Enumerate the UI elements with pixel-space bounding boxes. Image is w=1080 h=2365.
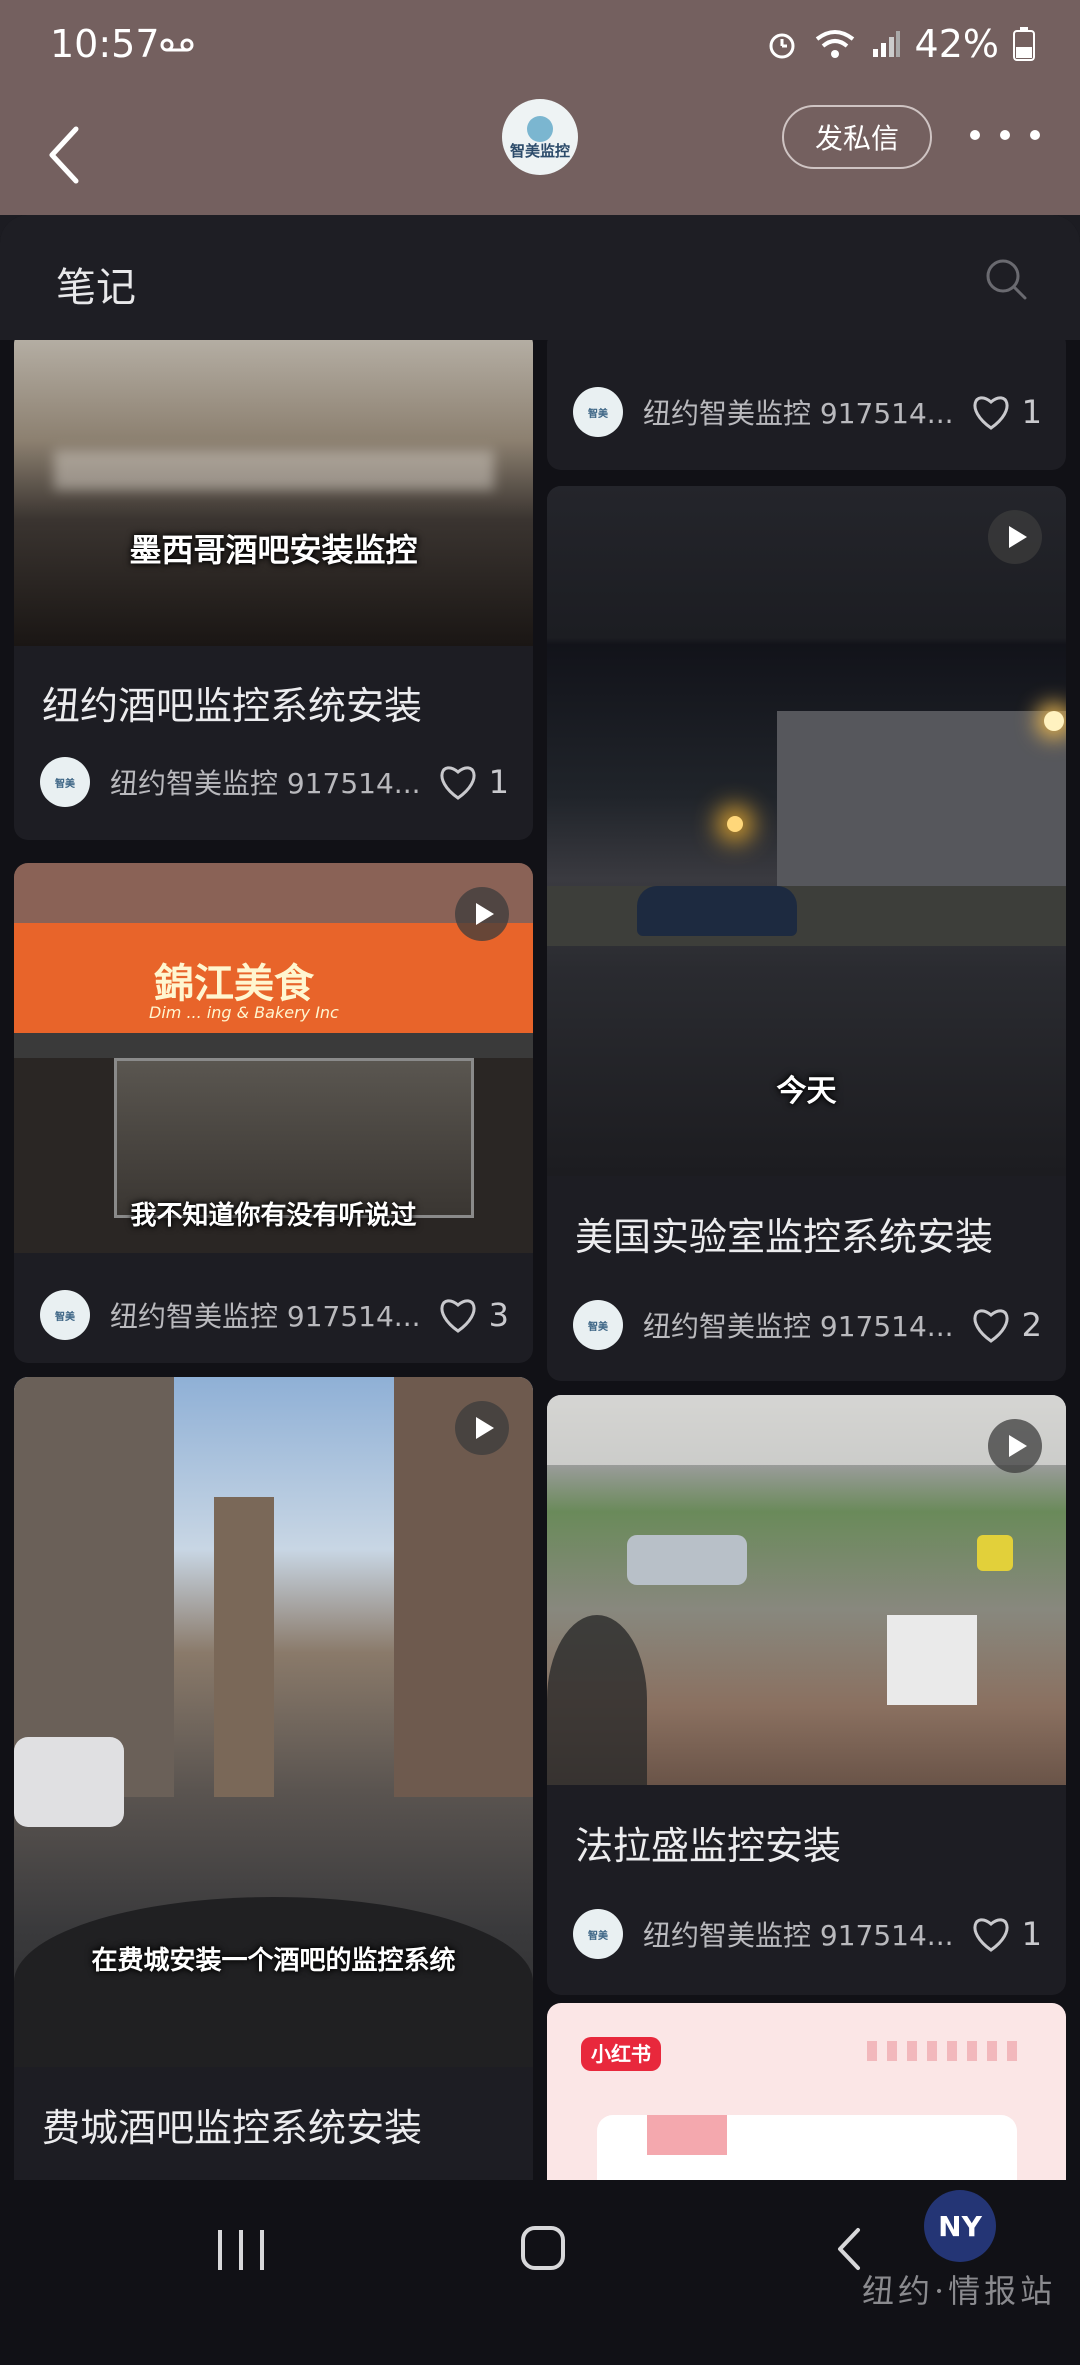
camera-icon <box>527 115 553 142</box>
note-thumbnail: 在费城安装一个酒吧的监控系统 <box>14 1377 533 2067</box>
author-name: 纽约智美监控 917514... <box>643 1919 954 1952</box>
note-title: 费城酒吧监控系统安装 <box>42 2106 423 2150</box>
video-play-icon <box>455 887 509 941</box>
watermark-logo: NY <box>924 2190 996 2262</box>
notes-title: 笔记 <box>56 265 136 311</box>
battery-icon <box>1013 27 1035 61</box>
like-button[interactable]: 1 <box>437 763 509 801</box>
send-message-button[interactable]: 发私信 <box>782 105 932 169</box>
status-time: 10:57 <box>50 22 160 66</box>
like-button[interactable]: 2 <box>970 1306 1042 1344</box>
author-avatar: 智美 <box>40 757 90 807</box>
alarm-icon <box>769 33 795 59</box>
note-card[interactable]: 法拉盛监控安装 智美 纽约智美监控 917514... 1 <box>547 1395 1066 1995</box>
heart-icon <box>973 1918 1009 1952</box>
back-icon[interactable] <box>40 115 90 195</box>
author-name: 纽约智美监控 917514... <box>110 767 421 800</box>
note-title: 美国实验室监控系统安装 <box>575 1215 994 1259</box>
like-button[interactable]: 3 <box>437 1296 509 1334</box>
brand-logo-text: 智美监控 <box>509 141 570 160</box>
brand-avatar[interactable]: 智美监控 <box>502 99 578 175</box>
more-options-icon[interactable] <box>970 115 1040 155</box>
thumbnail-caption: 墨西哥酒吧安装监控 <box>129 531 418 569</box>
store-sign-subtext: Dim ... ing & Bakery Inc <box>149 1003 339 1022</box>
note-card[interactable]: 今天 美国实验室监控系统安装 智美 纽约智美监控 917514... 2 <box>547 486 1066 1381</box>
note-title: 法拉盛监控安装 <box>575 1824 842 1868</box>
battery-percent: 42% <box>914 22 999 66</box>
like-count: 1 <box>1021 1915 1042 1953</box>
like-count: 1 <box>1021 393 1042 431</box>
xiaohongshu-badge: 小红书 <box>581 2037 661 2071</box>
note-card[interactable]: 智美 纽约智美监控 917514... 1 <box>547 340 1066 470</box>
wifi-icon <box>815 30 854 58</box>
search-icon[interactable] <box>984 257 1028 301</box>
note-thumbnail <box>547 1395 1066 1785</box>
author-avatar: 智美 <box>40 1290 90 1340</box>
watermark-logo-text: NY <box>938 2209 982 2243</box>
note-card[interactable]: 墨西哥酒吧安装监控 纽约酒吧监控系统安装 智美 纽约智美监控 917514...… <box>14 340 533 840</box>
thumbnail-caption: 今天 <box>776 1074 837 1109</box>
author-avatar: 智美 <box>573 387 623 437</box>
note-thumbnail: 墨西哥酒吧安装监控 <box>14 340 533 646</box>
note-title: 纽约酒吧监控系统安装 <box>42 684 423 728</box>
note-thumbnail: 錦江美食 Dim ... ing & Bakery Inc 我不知道你有没有听说… <box>14 863 533 1253</box>
like-count: 3 <box>488 1296 509 1334</box>
author-name: 纽约智美监控 917514... <box>643 1310 954 1343</box>
like-button[interactable]: 1 <box>970 393 1042 431</box>
thumbnail-caption: 我不知道你有没有听说过 <box>130 1201 417 1231</box>
store-sign-text: 錦江美食 <box>154 960 314 1007</box>
heart-icon <box>973 396 1009 430</box>
author-name: 纽约智美监控 917514... <box>110 1300 421 1333</box>
like-count: 2 <box>1021 1306 1042 1344</box>
watermark-text: 纽约·情报站 <box>862 2272 1057 2310</box>
note-card[interactable]: 錦江美食 Dim ... ing & Bakery Inc 我不知道你有没有听说… <box>14 863 533 1363</box>
heart-icon <box>440 1299 476 1333</box>
profile-header: 智美监控 发私信 <box>0 95 1080 215</box>
heart-icon <box>440 766 476 800</box>
notes-panel-header: 笔记 <box>0 215 1080 340</box>
video-play-icon <box>988 510 1042 564</box>
note-thumbnail: 今天 <box>547 486 1066 1176</box>
heart-icon <box>973 1309 1009 1343</box>
like-button[interactable]: 1 <box>970 1915 1042 1953</box>
like-count: 1 <box>488 763 509 801</box>
thumbnail-caption: 在费城安装一个酒吧的监控系统 <box>91 1946 456 1976</box>
signal-icon <box>872 31 900 57</box>
notes-feed[interactable]: 智美 纽约智美监控 917514... 1 墨西哥酒吧安装监控 纽约酒吧监控系统… <box>0 340 1080 2180</box>
voicemail-icon <box>160 38 194 52</box>
home-button[interactable] <box>521 2226 565 2270</box>
recent-apps-button[interactable] <box>218 2230 264 2270</box>
video-play-icon <box>988 1419 1042 1473</box>
author-avatar: 智美 <box>573 1300 623 1350</box>
author-name: 纽约智美监控 917514... <box>643 397 954 430</box>
author-avatar: 智美 <box>573 1909 623 1959</box>
status-bar: 10:57 42% <box>0 0 1080 95</box>
video-play-icon <box>455 1401 509 1455</box>
nav-back-icon[interactable] <box>834 2226 864 2272</box>
note-card[interactable]: 小红书 <box>547 2003 1066 2180</box>
note-card[interactable]: 在费城安装一个酒吧的监控系统 费城酒吧监控系统安装 <box>14 1377 533 2180</box>
